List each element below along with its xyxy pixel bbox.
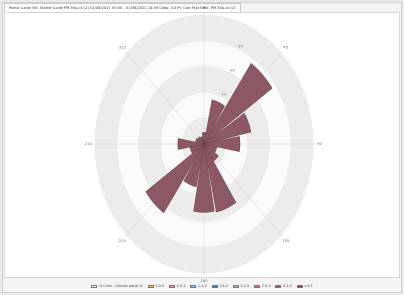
- compass-label-270: 270: [85, 141, 93, 146]
- legend-swatch: [275, 284, 282, 288]
- ring-label-2: 6%: [230, 68, 235, 72]
- legend-item: 3-3.5: [275, 284, 292, 288]
- legend-label: >3.5: [304, 284, 313, 288]
- compass-label-45: 45: [283, 45, 288, 50]
- legend-label: % Calm - (Values equal 0): [98, 284, 143, 288]
- legend-swatch: [211, 284, 218, 288]
- ring-label-0: 2%: [213, 116, 218, 120]
- compass-label-315: 315: [119, 45, 127, 50]
- legend-label: 2.5-3: [261, 284, 271, 288]
- legend-swatch: [91, 284, 98, 288]
- chart-legend: % Calm - (Values equal 0) 0-0.5 0.5-1 1-1.5…: [0, 281, 404, 291]
- legend-swatch: [232, 284, 239, 288]
- ring-label-3: 8%: [238, 45, 243, 49]
- legend-item: % Calm - (Values equal 0): [91, 284, 143, 288]
- legend-swatch: [254, 284, 261, 288]
- legend-item: 2-2.5: [232, 284, 250, 288]
- legend-item: 1-1.5: [190, 284, 207, 288]
- legend-swatch: [296, 284, 303, 288]
- wind-rose-chart: 045901351802252703152%4%6%8%: [85, 4, 323, 282]
- compass-label-90: 90: [317, 141, 322, 146]
- legend-item: 1.5-2: [211, 284, 228, 288]
- legend-label: 1-1.5: [197, 284, 207, 288]
- compass-label-225: 225: [119, 238, 127, 243]
- legend-label: 3-3.5: [282, 284, 292, 288]
- legend-item: 2.5-3: [254, 284, 270, 288]
- legend-swatch: [147, 284, 154, 288]
- legend-label: 0-0.5: [155, 284, 165, 288]
- legend-item: 0.5-1: [169, 284, 185, 288]
- legend-swatch: [190, 284, 197, 288]
- compass-label-135: 135: [282, 238, 290, 243]
- compass-label-0: 0: [203, 4, 206, 9]
- legend-item: >3.5: [296, 284, 313, 288]
- legend-item: 0-0.5: [147, 284, 165, 288]
- ring-label-1: 4%: [222, 92, 227, 96]
- legend-label: 1.5-2: [219, 284, 228, 288]
- legend-label: 2-2.5: [240, 284, 250, 288]
- legend-label: 0.5-1: [176, 284, 186, 288]
- legend-swatch: [169, 284, 176, 288]
